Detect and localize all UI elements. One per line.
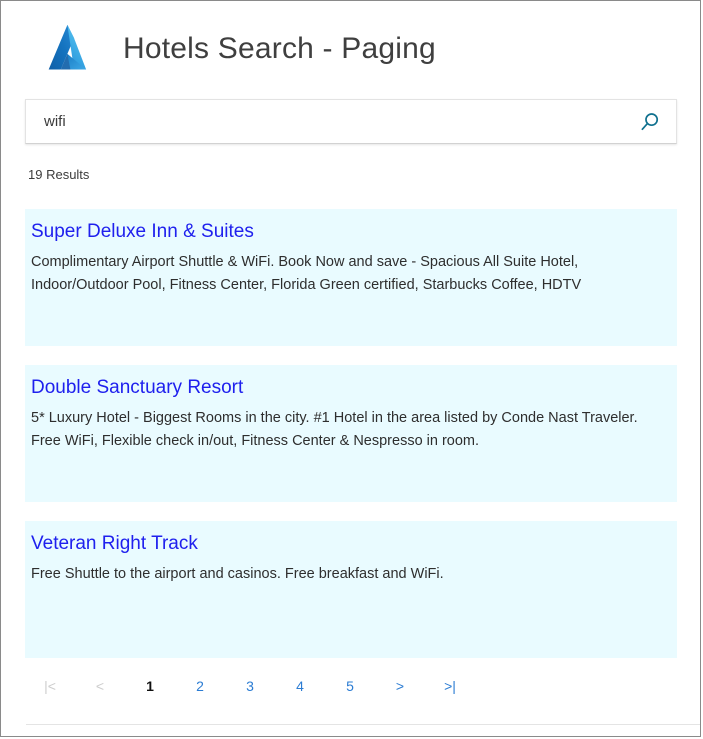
app-window: Hotels Search - Paging 19 Results Super … bbox=[0, 0, 701, 737]
pagination-first: |< bbox=[25, 673, 75, 699]
pagination-last[interactable]: >| bbox=[425, 673, 475, 699]
pagination: |< < 1 2 3 4 5 > >| bbox=[25, 673, 677, 699]
results-count: 19 Results bbox=[28, 167, 90, 182]
result-card: Veteran Right Track Free Shuttle to the … bbox=[25, 521, 677, 658]
pagination-page-3[interactable]: 3 bbox=[225, 673, 275, 699]
search-input[interactable] bbox=[26, 100, 624, 143]
result-card: Double Sanctuary Resort 5* Luxury Hotel … bbox=[25, 365, 677, 502]
pagination-next[interactable]: > bbox=[375, 673, 425, 699]
search-button[interactable] bbox=[624, 100, 676, 143]
page-header: Hotels Search - Paging bbox=[25, 11, 677, 87]
azure-logo-icon bbox=[48, 24, 87, 70]
search-icon bbox=[639, 111, 661, 133]
pagination-prev: < bbox=[75, 673, 125, 699]
results-list: Super Deluxe Inn & Suites Complimentary … bbox=[25, 209, 677, 677]
pagination-page-1[interactable]: 1 bbox=[125, 673, 175, 699]
pagination-page-5[interactable]: 5 bbox=[325, 673, 375, 699]
search-bar bbox=[25, 99, 677, 144]
result-title-link[interactable]: Super Deluxe Inn & Suites bbox=[31, 219, 663, 245]
footer-divider bbox=[26, 724, 700, 725]
result-card: Super Deluxe Inn & Suites Complimentary … bbox=[25, 209, 677, 346]
result-description: Free Shuttle to the airport and casinos.… bbox=[31, 565, 444, 582]
result-title-link[interactable]: Veteran Right Track bbox=[31, 531, 663, 557]
result-title-link[interactable]: Double Sanctuary Resort bbox=[31, 375, 663, 401]
result-description: 5* Luxury Hotel - Biggest Rooms in the c… bbox=[31, 409, 638, 450]
pagination-page-4[interactable]: 4 bbox=[275, 673, 325, 699]
page-title: Hotels Search - Paging bbox=[123, 32, 436, 65]
result-description: Complimentary Airport Shuttle & WiFi. Bo… bbox=[31, 253, 582, 294]
pagination-page-2[interactable]: 2 bbox=[175, 673, 225, 699]
